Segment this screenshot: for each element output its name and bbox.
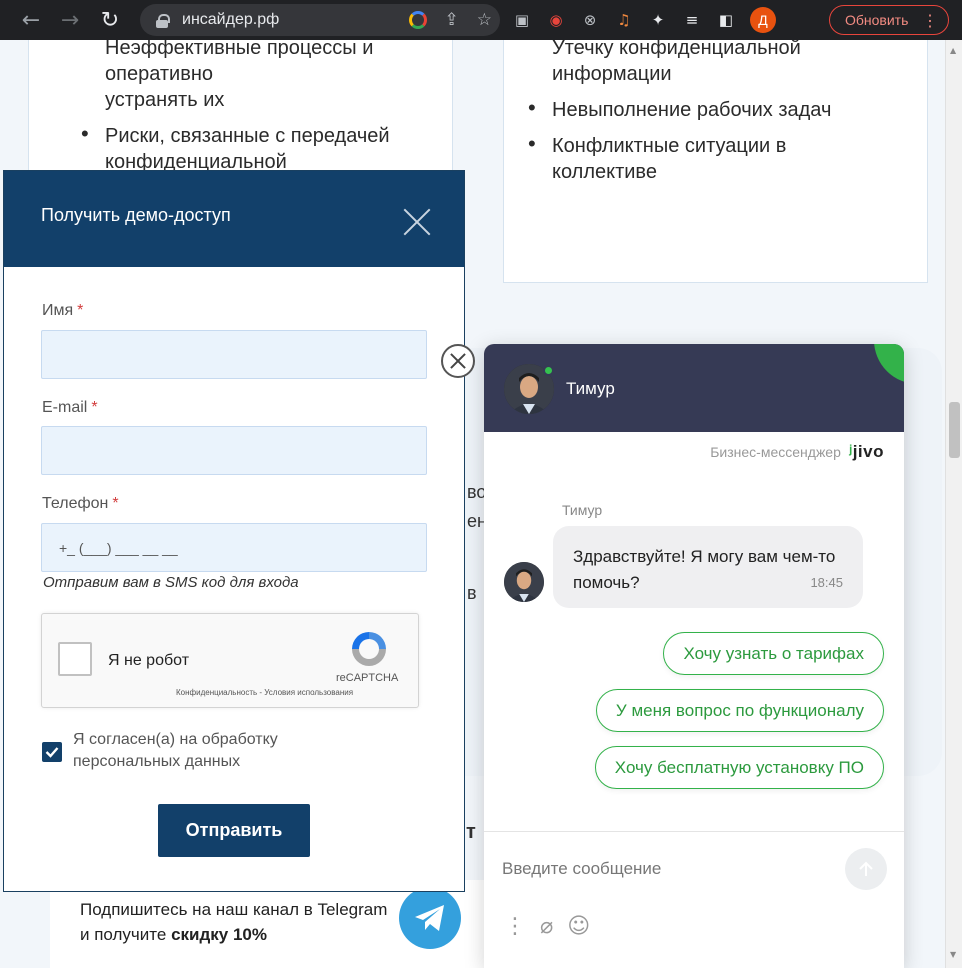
email-label: E-mail * <box>42 399 98 416</box>
quick-reply-button[interactable]: Хочу узнать о тарифах <box>663 632 884 675</box>
phone-input[interactable] <box>41 523 427 572</box>
message-time: 18:45 <box>810 575 843 590</box>
list-item: Утечку конфиденциальной <box>552 40 801 59</box>
list-item: информации <box>552 63 672 85</box>
sidebar-icon[interactable]: ◧ <box>716 10 736 30</box>
jivo-chat-widget: Тимур Бизнес-мессенджер ʲjivo Тимур Здра… <box>484 344 904 968</box>
attachment-icon[interactable]: ⌀ <box>540 914 553 939</box>
agent-avatar-small <box>504 562 544 602</box>
extension-glasses-icon[interactable]: ⊗ <box>580 10 600 30</box>
address-bar[interactable]: инсайдер.рф ⇪ ☆ <box>140 4 500 36</box>
message-text: Здравствуйте! Я могу вам чем-то помочь? <box>573 547 836 592</box>
email-input[interactable] <box>41 426 427 475</box>
extension-red-icon[interactable]: ◉ <box>546 10 566 30</box>
submit-button[interactable]: Отправить <box>158 804 310 857</box>
recaptcha-icon <box>352 632 386 666</box>
list-item: устранять их <box>105 89 225 111</box>
update-label: Обновить <box>845 12 909 28</box>
extension-audio-icon[interactable]: ♫ <box>614 10 634 30</box>
telegram-promo-text: Подпишитесь на наш канал в Telegram и по… <box>80 900 388 944</box>
chat-header: Тимур <box>484 344 904 432</box>
close-chat-icon[interactable] <box>441 344 475 378</box>
list-item: Конфликтные ситуации в коллективе <box>524 131 844 185</box>
share-icon[interactable]: ⇪ <box>445 10 459 30</box>
name-input[interactable] <box>41 330 427 379</box>
sms-hint: Отправим вам в SMS код для входа <box>43 574 299 591</box>
modal-header: Получить демо-доступ <box>4 171 464 267</box>
scroll-down-icon[interactable]: ▼ <box>950 950 956 959</box>
menu-dots-icon[interactable]: ⋮ <box>922 11 938 31</box>
recaptcha-label: Я не робот <box>108 652 190 669</box>
messenger-branding: Бизнес-мессенджер ʲjivo <box>710 442 884 462</box>
reload-icon[interactable]: ↻ <box>93 3 127 37</box>
feature-list-right: Утечку конфиденциальной информации Невып… <box>524 40 844 195</box>
close-icon[interactable] <box>402 207 432 237</box>
quick-reply-button[interactable]: У меня вопрос по функционалу <box>595 689 884 732</box>
message-bubble: Здравствуйте! Я могу вам чем-то помочь? … <box>553 526 863 608</box>
message-author: Тимур <box>562 502 603 518</box>
browser-toolbar: ← → ↻ инсайдер.рф ⇪ ☆ ▣ ◉ ⊗ ♫ ✦ ≡ ◧ Д Об… <box>0 0 962 40</box>
list-item: Риски, связанные с передачей конфиденциа… <box>77 121 437 175</box>
google-icon[interactable] <box>408 11 427 29</box>
back-icon[interactable]: ← <box>14 3 48 37</box>
chat-divider <box>484 831 904 832</box>
background-text: т <box>466 821 476 843</box>
send-button[interactable] <box>845 848 887 890</box>
background-text: в <box>467 583 477 603</box>
message-input[interactable] <box>502 852 832 886</box>
extension-screen-icon[interactable]: ▣ <box>512 10 532 30</box>
feature-list-left: Неэффективные процессы и оперативно устр… <box>77 40 437 185</box>
list-item: Неэффективные процессы и <box>105 40 374 59</box>
telegram-icon[interactable] <box>399 887 461 949</box>
scroll-up-icon[interactable]: ▲ <box>950 46 956 55</box>
scroll-thumb[interactable] <box>949 402 960 458</box>
recaptcha-widget: Я не робот reCAPTCHA Конфиденциальность … <box>41 613 419 708</box>
recaptcha-checkbox[interactable] <box>58 642 92 676</box>
url-text[interactable]: инсайдер.рф <box>182 11 279 29</box>
arrow-up-icon <box>859 861 873 876</box>
online-status-dot <box>543 365 554 376</box>
extensions-puzzle-icon[interactable]: ✦ <box>648 10 668 30</box>
consent-checkbox[interactable] <box>42 742 62 762</box>
update-button[interactable]: Обновить ⋮ <box>829 5 949 35</box>
list-item: Невыполнение рабочих задач <box>524 95 844 123</box>
lock-icon[interactable] <box>156 13 170 28</box>
more-options-icon[interactable]: ⋮ <box>504 914 526 939</box>
recaptcha-brand: reCAPTCHA <box>336 672 399 684</box>
name-label: Имя * <box>42 302 84 319</box>
consent-label: Я согласен(а) на обработку персональных … <box>73 731 278 770</box>
emoji-icon[interactable]: ☺ <box>567 914 590 939</box>
chat-toolbar: ⋮ ⌀ ☺ <box>504 914 590 939</box>
recaptcha-links[interactable]: Конфиденциальность - Условия использован… <box>176 688 353 697</box>
bookmark-star-icon[interactable]: ☆ <box>477 10 492 30</box>
page-scrollbar[interactable]: ▲ ▼ <box>945 40 962 968</box>
list-item: оперативно <box>105 63 214 85</box>
demo-access-modal: Получить демо-доступ Имя * E-mail * Телефо… <box>3 170 465 892</box>
feature-card-right: Утечку конфиденциальной информации Невып… <box>503 40 928 283</box>
profile-avatar[interactable]: Д <box>750 7 776 33</box>
quick-reply-button[interactable]: Хочу бесплатную установку ПО <box>594 746 884 789</box>
brand-text: Бизнес-мессенджер <box>710 444 841 460</box>
agent-name: Тимур <box>566 379 615 398</box>
phone-label: Телефон * <box>42 495 119 512</box>
media-queue-icon[interactable]: ≡ <box>682 10 702 30</box>
jivo-leaf-icon <box>874 344 904 384</box>
modal-title: Получить демо-доступ <box>41 205 231 225</box>
jivo-logo: ʲjivo <box>848 442 884 461</box>
forward-icon[interactable]: → <box>53 3 87 37</box>
checkmark-icon <box>45 747 59 758</box>
